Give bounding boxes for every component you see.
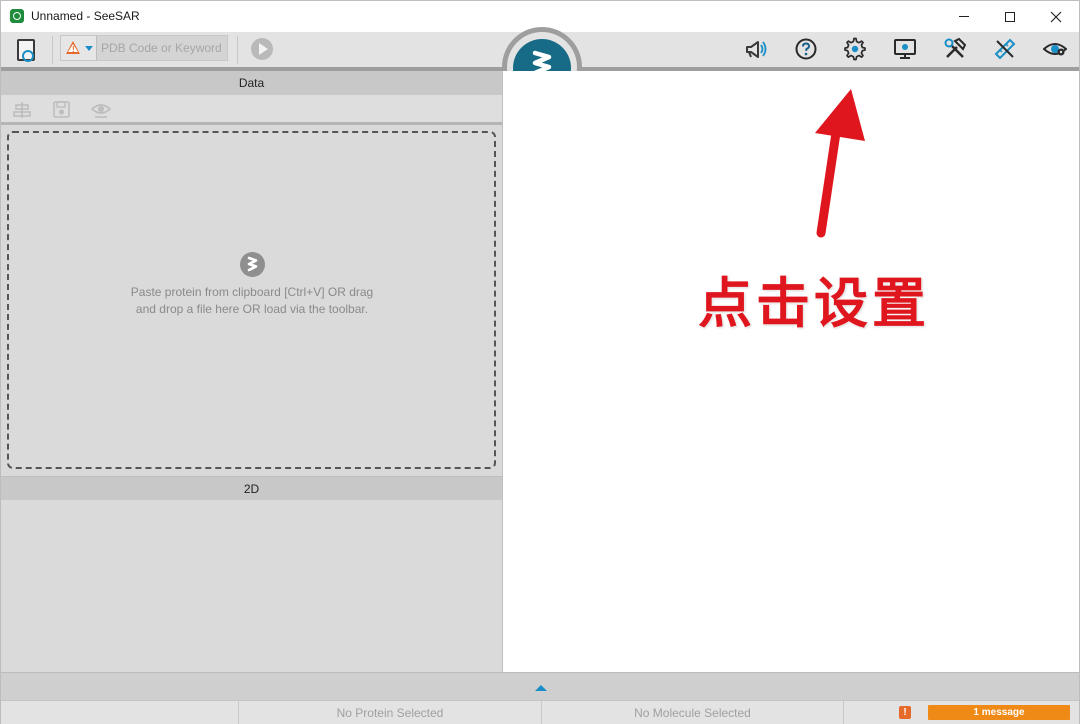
- 2d-panel-body: [1, 500, 502, 672]
- messages-button[interactable]: 1 message: [928, 705, 1070, 720]
- seesar-logo-icon: [240, 252, 265, 277]
- protein-drop-zone[interactable]: Paste protein from clipboard [Ctrl+V] OR…: [7, 131, 496, 469]
- annotation-arrow-icon: [815, 89, 865, 238]
- new-document-icon[interactable]: [17, 39, 35, 62]
- visibility-icon[interactable]: [1043, 37, 1067, 61]
- protein-status: No Protein Selected: [238, 701, 541, 724]
- view-icon[interactable]: [90, 101, 112, 119]
- pdb-search-box: !: [60, 35, 228, 61]
- help-icon[interactable]: [794, 37, 818, 61]
- chevron-down-icon: [85, 46, 93, 51]
- align-icon[interactable]: [12, 101, 32, 119]
- save-icon[interactable]: [52, 101, 72, 119]
- warning-badge[interactable]: !: [899, 706, 911, 719]
- display-icon[interactable]: [893, 37, 917, 61]
- molecule-status: No Molecule Selected: [541, 701, 843, 724]
- bottom-expand-bar[interactable]: [1, 672, 1079, 700]
- window-title: Unnamed - SeeSAR: [31, 9, 140, 23]
- data-panel-header[interactable]: Data: [1, 71, 502, 95]
- app-window: Unnamed - SeeSAR ! PDB Code or Keyword D…: [0, 0, 1080, 724]
- data-toolbar: [1, 95, 502, 125]
- maximize-button[interactable]: [987, 1, 1033, 32]
- warning-dropdown[interactable]: !: [61, 36, 97, 60]
- 2d-panel-header[interactable]: 2D: [1, 476, 502, 500]
- minimize-button[interactable]: [941, 1, 987, 32]
- announcement-icon[interactable]: [744, 37, 768, 61]
- drop-instructions: Paste protein from clipboard [Ctrl+V] OR…: [130, 285, 374, 316]
- expand-up-icon[interactable]: [535, 685, 547, 691]
- minimize-icon: [959, 16, 969, 17]
- toolbar-separator: [237, 36, 238, 64]
- close-icon: [1050, 11, 1062, 22]
- tools-icon[interactable]: [943, 37, 967, 61]
- pdb-search-input[interactable]: [99, 36, 227, 60]
- left-panel: Data Paste protein from clipboard [Ctrl+…: [1, 71, 502, 672]
- toolbar-separator: [52, 36, 53, 64]
- seesar-app-icon: [10, 9, 24, 23]
- annotation-text: 点击设置: [698, 272, 930, 335]
- status-bar: No Protein Selected No Molecule Selected…: [1, 700, 1079, 724]
- close-button[interactable]: [1033, 1, 1079, 32]
- 3d-viewport[interactable]: [503, 71, 1079, 672]
- settings-icon[interactable]: [843, 37, 867, 61]
- measure-icon[interactable]: [993, 37, 1017, 61]
- maximize-icon: [1005, 11, 1015, 22]
- play-icon[interactable]: [251, 38, 273, 60]
